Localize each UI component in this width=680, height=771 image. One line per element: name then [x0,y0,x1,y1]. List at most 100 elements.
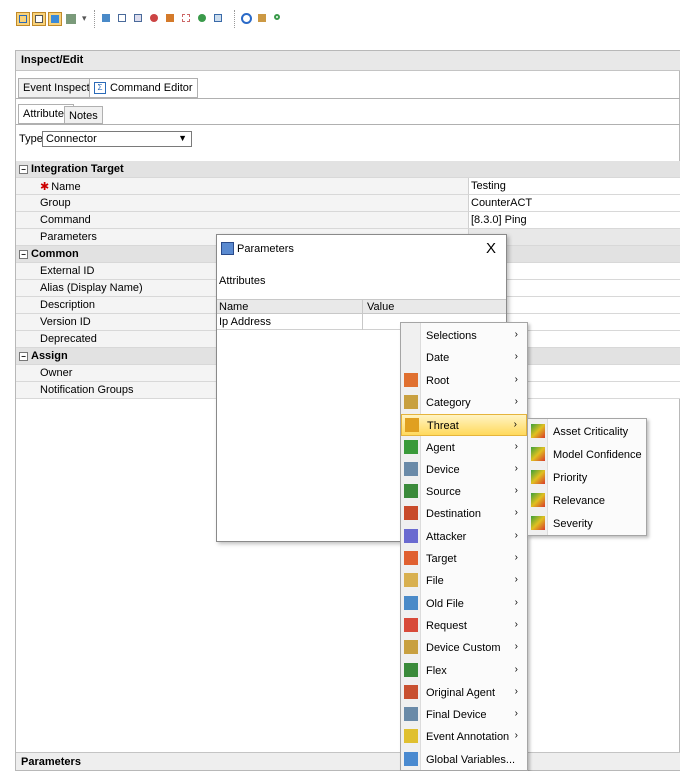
menu-item-original-agent[interactable]: Original Agent › [401,682,527,704]
old-file-icon [404,595,418,610]
subtab-divider [16,124,680,125]
type-select[interactable]: Connector ▼ [42,131,192,147]
property-value[interactable]: CounterACT [469,195,680,212]
chevron-right-icon: › [514,708,518,720]
board-icon[interactable] [256,12,270,26]
flex-icon [404,662,418,677]
chevron-right-icon: › [514,529,518,541]
column-header-name[interactable]: Name [219,301,248,313]
menu-item-date[interactable]: Date › [401,347,527,369]
subtab-notes[interactable]: Notes [64,106,103,124]
edit-view-icon[interactable] [48,12,62,26]
file-icon [404,573,418,588]
section-label: Integration Target [31,163,124,175]
threat-icon [405,418,419,433]
menu-item-device[interactable]: Device › [401,459,527,481]
menu-item-target[interactable]: Target › [401,548,527,570]
chevron-right-icon: › [514,507,518,519]
menu-item-flex[interactable]: Flex › [401,660,527,682]
menu-item-file[interactable]: File › [401,570,527,592]
tab-command-editor[interactable]: Σ Command Editor [89,78,198,98]
target-icon [404,551,418,565]
report-icon[interactable] [116,12,130,26]
menu-item-source[interactable]: Source › [401,481,527,503]
share-icon[interactable] [272,12,286,26]
chevron-right-icon: › [514,641,518,653]
collapse-icon[interactable]: − [19,249,28,259]
menu-item-root[interactable]: Root › [401,370,527,392]
hierarchy-icon[interactable] [180,12,194,26]
menu-item-selections[interactable]: Selections › [401,325,527,347]
root-icon [404,372,418,387]
menu-item-label: Category [426,396,471,409]
broadcast-icon[interactable] [148,12,162,26]
insert-variable-menu: Selections › Date › Root › Category › Threat › Age… [400,322,528,771]
menu-item-label: Selections [426,330,477,342]
inspect-view-icon[interactable] [16,12,30,26]
submenu-item-severity[interactable]: Severity [528,513,646,535]
dropdown-icon[interactable] [64,12,78,26]
menu-item-label: Old File [426,597,464,610]
submenu-item-priority[interactable]: Priority [528,467,646,489]
table-icon[interactable] [212,12,226,26]
menu-item-event-annotation[interactable]: Event Annotation › [401,726,527,748]
category-icon [404,394,418,409]
menu-item-global-variables[interactable]: Global Variables... [401,749,527,771]
section-integration-target[interactable]: − Integration Target [16,161,680,178]
menu-item-device-custom[interactable]: Device Custom › [401,637,527,659]
property-value[interactable]: Testing [469,178,680,195]
source-icon [404,484,418,499]
flow-icon[interactable] [164,12,178,26]
submenu-item-relevance[interactable]: Relevance [528,490,646,512]
event-annotation-icon [404,729,418,744]
collapse-icon[interactable]: − [19,164,28,174]
magnify-icon[interactable] [196,12,210,26]
menu-item-label: Destination [426,508,482,521]
menu-item-label: Request [426,619,467,632]
chevron-right-icon: › [514,440,518,452]
collapse-icon[interactable]: − [19,351,28,361]
menu-item-label: Attacker [426,530,467,543]
dialog-title-bar[interactable]: Parameters [217,235,506,265]
menu-item-final-device[interactable]: Final Device › [401,704,527,726]
submenu-item-asset-criticality[interactable]: Asset Criticality [528,421,646,443]
menu-item-category[interactable]: Category › [401,392,527,414]
menu-item-agent[interactable]: Agent › [401,437,527,459]
menu-item-label: Final Device [426,709,487,722]
menu-item-label: Device [426,463,460,476]
submenu-item-label: Asset Criticality [553,426,629,438]
property-value[interactable]: [8.3.0] Ping [469,212,680,229]
clock-icon[interactable] [240,12,254,26]
property-label: Group [16,195,469,212]
attacker-icon [404,528,418,543]
grid-view-icon[interactable] [32,12,46,26]
threat-icon [531,516,545,530]
chevron-down-icon[interactable]: ▾ [82,13,87,24]
submenu-item-label: Model Confidence [553,449,642,461]
destination-icon [404,506,418,521]
menu-item-old-file[interactable]: Old File › [401,593,527,615]
menu-item-label: Agent [426,441,455,454]
threat-icon [531,447,545,461]
menu-item-label: Target [426,553,457,565]
property-row-group[interactable]: Group CounterACT [16,195,680,212]
chevron-right-icon: › [514,462,518,474]
search-doc-icon[interactable] [132,12,146,26]
parameters-window-icon [221,242,234,255]
network-icon[interactable] [100,12,114,26]
menu-item-destination[interactable]: Destination › [401,503,527,525]
menu-item-threat[interactable]: Threat › [401,414,527,437]
submenu-item-model-confidence[interactable]: Model Confidence [528,444,646,466]
menu-item-label: Root [426,374,450,387]
chevron-right-icon: › [514,685,518,697]
chevron-right-icon: › [514,730,518,742]
property-row-name[interactable]: ✱ Name Testing [16,178,680,195]
command-editor-icon: Σ [94,82,106,94]
menu-item-request[interactable]: Request › [401,615,527,637]
threat-icon [531,470,545,484]
tab-divider [16,98,680,99]
property-row-command[interactable]: Command [8.3.0] Ping [16,212,680,229]
menu-item-attacker[interactable]: Attacker › [401,526,527,548]
column-header-value[interactable]: Value [367,301,394,313]
close-icon[interactable]: X [486,240,496,257]
